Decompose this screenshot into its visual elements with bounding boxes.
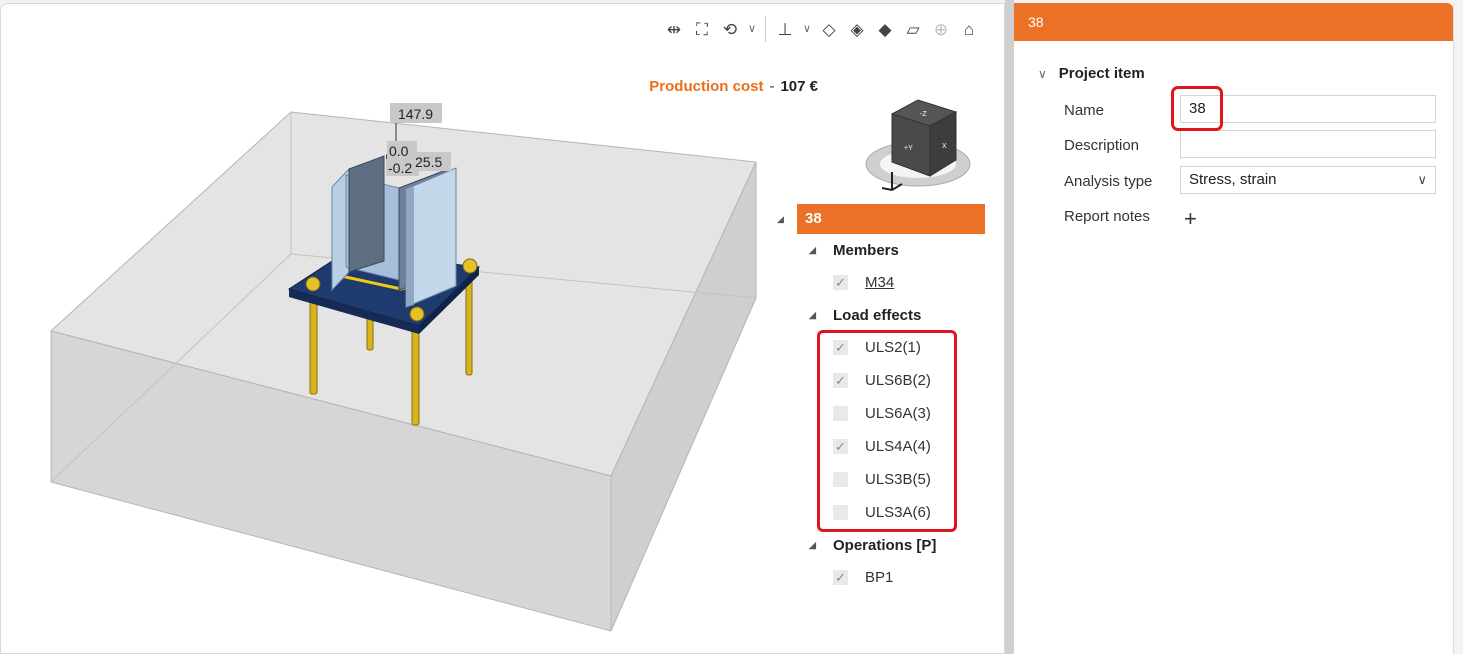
tree-group-members[interactable]: ◢ Members [773,234,985,266]
expand-triangle-icon[interactable]: ◢ [777,214,784,225]
navigation-cube[interactable]: -Z +Y X [856,92,986,202]
project-item-section[interactable]: ∨ Project item [1038,65,1145,82]
dimension-0-0: 0.0 [389,143,409,159]
analysis-type-value: Stress, strain [1189,171,1277,188]
rotate-icon[interactable]: ⟲ [717,16,743,42]
production-cost: Production cost -107 € [649,78,818,95]
tree-root-label[interactable]: 38 [797,204,985,234]
analysis-type-select[interactable]: Stress, strain ∨ [1180,166,1436,194]
properties-panel: 38 ∨ Project item Name 38 Description An… [1014,3,1454,654]
add-icon[interactable]: + [1184,206,1197,232]
fit-view-icon[interactable]: ⛶ [689,16,715,42]
tree-root[interactable]: ◢ 38 [773,204,985,234]
panel-title: 38 [1014,3,1453,41]
name-highlight [1171,86,1223,131]
expand-triangle-icon[interactable]: ◢ [809,245,816,256]
measure-icon[interactable]: ⇹ [661,16,687,42]
tree-item-bp1[interactable]: ✓ BP1 [773,561,985,594]
tree-item-label[interactable]: M34 [865,274,894,291]
section-title: Project item [1058,65,1145,82]
cost-separator: - [769,78,775,95]
wireframe-icon[interactable]: ◇ [816,16,842,42]
panel-splitter[interactable] [1005,0,1014,654]
axis-icon[interactable]: ⊕ [928,16,954,42]
solid-icon[interactable]: ◆ [872,16,898,42]
dimension-147-9: 147.9 [398,106,433,122]
model-tree: ◢ 38 ◢ Members ✓ M34 ◢ Load effects ✓ UL… [773,204,985,594]
description-label: Description [1064,137,1140,154]
checkbox-checked-icon[interactable]: ✓ [833,275,848,290]
name-label: Name [1064,102,1105,119]
description-field[interactable] [1180,130,1436,158]
section-cut-icon[interactable]: ⊥ [772,16,798,42]
viewport-toolbar: ⇹ ⛶ ⟲ ∨ ⊥ ∨ ◇ ◈ ◆ ▱ ⊕ ⌂ [661,16,982,42]
cube-front-label: +Y [904,145,913,152]
tree-group-operations[interactable]: ◢ Operations [P] [773,529,985,561]
tree-item-m34[interactable]: ✓ M34 [773,266,985,299]
tree-group-load-effects[interactable]: ◢ Load effects [773,299,985,331]
analysis-type-label: Analysis type [1064,173,1153,190]
tree-group-label: Members [833,241,899,259]
chevron-down-icon[interactable]: ∨ [1038,67,1047,81]
tree-group-label: Operations [P] [833,536,937,554]
expand-triangle-icon[interactable]: ◢ [809,540,816,551]
3d-viewport[interactable]: 147.9 0.0 -0.2 25.5 ⇹ ⛶ ⟲ ∨ ⊥ ∨ ◇ ◈ ◆ ▱ … [0,3,1005,654]
checkbox-checked-icon[interactable]: ✓ [833,570,848,585]
transparent-icon[interactable]: ◈ [844,16,870,42]
cube-top-label: -Z [920,111,927,118]
expand-triangle-icon[interactable]: ◢ [809,310,816,321]
chevron-down-icon[interactable]: ∨ [745,16,759,42]
cube-side-label: X [942,143,947,150]
chevron-down-icon[interactable]: ∨ [800,16,814,42]
production-cost-value: 107 € [780,78,818,95]
render-mode-icon[interactable]: ▱ [900,16,926,42]
home-icon[interactable]: ⌂ [956,16,982,42]
dimension-minus-0-2: -0.2 [388,160,412,176]
tree-group-label: Load effects [833,306,922,324]
tree-item-label: BP1 [865,569,894,586]
dimension-25-5: 25.5 [415,154,442,170]
chevron-down-icon[interactable]: ∨ [1417,167,1427,193]
production-cost-label: Production cost [649,78,764,95]
report-notes-label: Report notes [1064,208,1150,225]
toolbar-separator [765,16,766,42]
load-effects-highlight [817,330,957,532]
